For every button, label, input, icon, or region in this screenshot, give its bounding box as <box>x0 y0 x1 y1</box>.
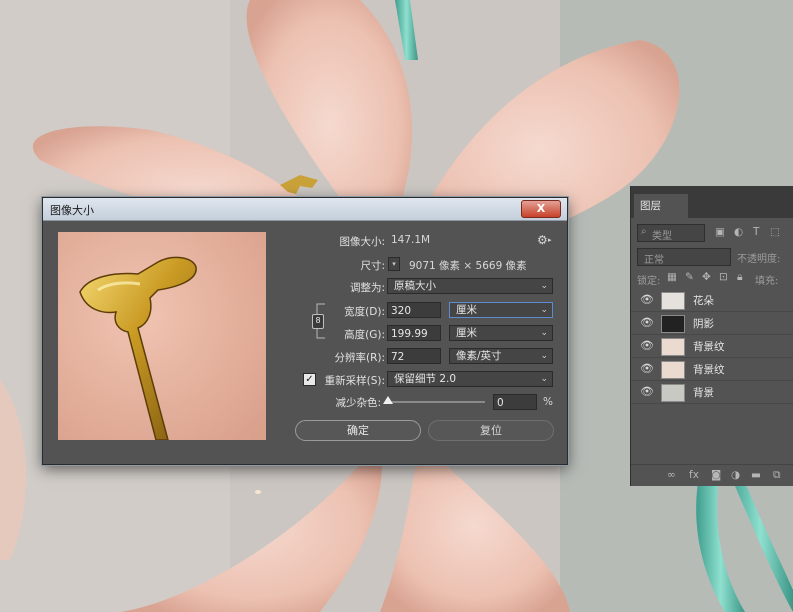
dialog-titlebar[interactable]: 图像大小 X <box>43 198 567 221</box>
lock-position-icon[interactable]: ✥ <box>702 271 711 283</box>
layer-row[interactable]: 👁︎ 背景 <box>631 381 793 404</box>
eye-icon[interactable]: 👁︎ <box>640 385 654 398</box>
lock-all-icon[interactable]: 🔒︎ <box>737 271 743 284</box>
dimensions-label: 尺寸: <box>360 260 385 272</box>
layer-thumbnail <box>661 315 685 333</box>
lock-image-icon[interactable]: ✎ <box>685 271 694 283</box>
new-layer-icon[interactable]: ⧉ <box>773 469 781 482</box>
ok-button[interactable]: 确定 <box>295 420 421 441</box>
stamen-preview-image <box>58 232 266 440</box>
resolution-label: 分辨率(R): <box>334 352 385 364</box>
gear-menu-caret: ▸ <box>548 236 552 244</box>
image-size-dialog: 图像大小 X 图像大小: 147.1M ⚙ ▸ 尺寸: ▾ 9071 像素 × … <box>42 197 568 465</box>
layer-row[interactable]: 👁︎ 阴影 <box>631 312 793 335</box>
width-input[interactable]: 320 <box>387 302 441 318</box>
height-input[interactable]: 199.99 <box>387 325 441 341</box>
resample-select[interactable]: 保留细节 2.0 ⌄ <box>387 371 553 387</box>
dialog-title: 图像大小 <box>50 204 94 217</box>
layers-tabbar: 图层 <box>631 186 793 218</box>
height-label: 高度(G): <box>344 329 385 341</box>
close-button[interactable]: X <box>521 200 561 218</box>
width-label: 宽度(D): <box>344 306 385 318</box>
add-mask-icon[interactable]: ◙ <box>711 469 721 481</box>
link-layers-icon[interactable]: ∞ <box>667 469 676 481</box>
width-unit-value: 厘米 <box>456 304 477 316</box>
layer-thumbnail <box>661 292 685 310</box>
layer-thumbnail <box>661 361 685 379</box>
blend-mode-select[interactable]: 正常 <box>637 248 731 266</box>
gear-icon[interactable]: ⚙ <box>537 233 548 247</box>
search-icon: ⌕ <box>641 226 647 237</box>
resolution-unit-select[interactable]: 像素/英寸 ⌄ <box>449 348 553 364</box>
eye-icon[interactable]: 👁︎ <box>640 293 654 306</box>
layer-thumbnail <box>661 384 685 402</box>
lock-label: 锁定: <box>637 276 661 287</box>
close-icon: X <box>536 202 546 215</box>
opacity-label: 不透明度: <box>737 254 781 265</box>
reset-button[interactable]: 复位 <box>428 420 554 441</box>
eye-icon[interactable]: 👁︎ <box>640 316 654 329</box>
layer-row[interactable]: 👁︎ 背景纹 <box>631 358 793 381</box>
noise-unit: % <box>543 396 553 408</box>
fill-label: 填充: <box>755 276 779 287</box>
dimensions-value: 9071 像素 × 5669 像素 <box>409 260 527 272</box>
layers-panel: 图层 ⌕ 类型 ▣ ◐ T ⬚ 正常 不透明度: 锁定: ▦ ✎ ✥ ⊡ 🔒︎ … <box>630 186 793 486</box>
layer-name: 背景纹 <box>693 364 725 376</box>
noise-slider-track[interactable] <box>387 401 485 403</box>
new-fill-layer-icon[interactable]: ◑ <box>731 469 740 481</box>
fit-to-select[interactable]: 原稿大小 ⌄ <box>387 278 553 294</box>
layer-name: 背景纹 <box>693 341 725 353</box>
layer-name: 花朵 <box>693 295 714 307</box>
resolution-unit-value: 像素/英寸 <box>456 350 502 362</box>
fx-icon[interactable]: fx <box>689 469 699 481</box>
image-preview[interactable] <box>58 232 266 440</box>
dimensions-unit-toggle[interactable]: ▾ <box>388 257 400 271</box>
height-unit-value: 厘米 <box>456 327 477 339</box>
layer-thumbnail <box>661 338 685 356</box>
layer-filter-value: 类型 <box>652 231 672 242</box>
eye-icon[interactable]: 👁︎ <box>640 339 654 352</box>
resolution-input[interactable]: 72 <box>387 348 441 364</box>
layer-filter-select[interactable]: ⌕ 类型 <box>637 224 705 242</box>
blend-mode-value: 正常 <box>644 255 664 266</box>
tab-layers[interactable]: 图层 <box>634 194 688 218</box>
noise-slider-handle[interactable] <box>383 396 393 404</box>
chevron-down-icon: ⌄ <box>540 305 548 315</box>
pixel-filter-icon[interactable]: ▣ <box>715 226 725 238</box>
resample-value: 保留细节 2.0 <box>394 373 457 385</box>
fit-to-label: 调整为: <box>349 282 385 294</box>
type-filter-icon[interactable]: T <box>753 226 759 238</box>
chevron-down-icon: ⌄ <box>540 328 548 338</box>
fit-to-value: 原稿大小 <box>394 280 436 292</box>
new-group-icon[interactable]: ▬ <box>751 469 761 481</box>
chevron-down-icon: ⌄ <box>540 281 548 291</box>
layer-row[interactable]: 👁︎ 花朵 <box>631 289 793 312</box>
image-size-value: 147.1M <box>391 234 431 246</box>
layer-name: 阴影 <box>693 318 714 330</box>
noise-input[interactable]: 0 <box>493 394 537 410</box>
noise-label: 减少杂色: <box>335 397 381 409</box>
image-size-label: 图像大小: <box>339 236 385 248</box>
resample-label: 重新采样(S): <box>324 375 385 387</box>
lock-artboard-icon[interactable]: ⊡ <box>719 271 728 283</box>
lock-transparent-icon[interactable]: ▦ <box>667 271 677 283</box>
shape-filter-icon[interactable]: ⬚ <box>770 226 780 238</box>
layers-bottom-toolbar: ∞ fx ◙ ◑ ▬ ⧉ <box>631 464 793 487</box>
eye-icon[interactable]: 👁︎ <box>640 362 654 375</box>
chevron-down-icon: ⌄ <box>540 374 548 384</box>
width-unit-select[interactable]: 厘米 ⌄ <box>449 302 553 318</box>
layer-name: 背景 <box>693 387 714 399</box>
chevron-down-icon: ⌄ <box>540 351 548 361</box>
adjustment-filter-icon[interactable]: ◐ <box>734 226 743 238</box>
height-unit-select[interactable]: 厘米 ⌄ <box>449 325 553 341</box>
layer-row[interactable]: 👁︎ 背景纹 <box>631 335 793 358</box>
